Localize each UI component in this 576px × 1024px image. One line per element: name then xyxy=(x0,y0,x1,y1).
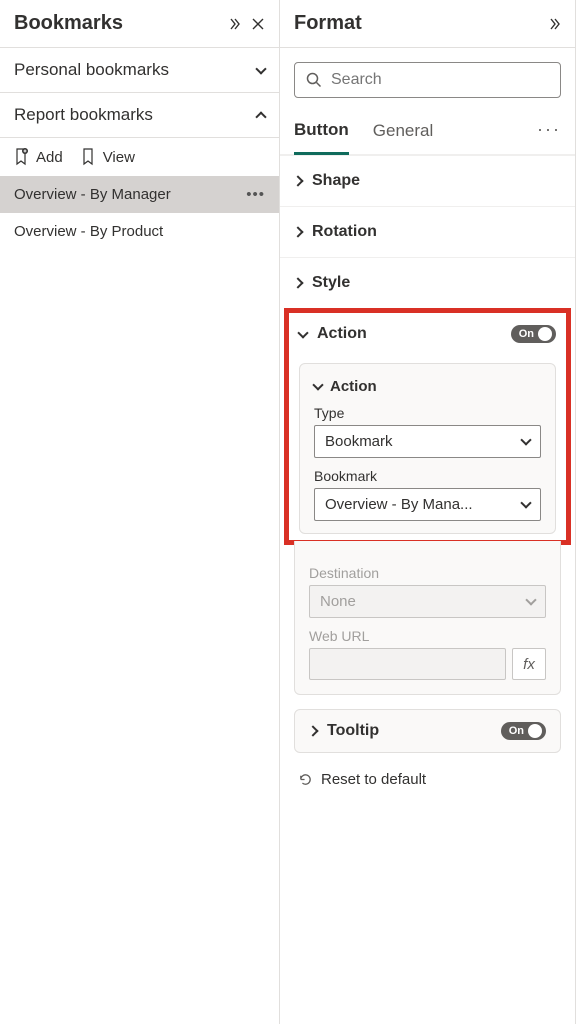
view-bookmark-button[interactable]: View xyxy=(81,148,135,166)
type-field-label: Type xyxy=(314,405,541,421)
add-label: Add xyxy=(36,149,63,166)
format-title: Format xyxy=(294,12,362,35)
toggle-label: On xyxy=(509,725,524,737)
action-subhead-label: Action xyxy=(330,378,377,395)
weburl-input xyxy=(309,648,506,680)
tooltip-toggle[interactable]: On xyxy=(501,722,546,740)
add-bookmark-button[interactable]: Add xyxy=(14,148,63,166)
prop-label: Action xyxy=(317,325,367,343)
bookmark-field-label: Bookmark xyxy=(314,468,541,484)
chevron-down-icon xyxy=(520,434,531,445)
fx-label: fx xyxy=(523,656,535,673)
toggle-label: On xyxy=(519,328,534,340)
action-subsection[interactable]: Action xyxy=(314,378,541,395)
bookmarks-title: Bookmarks xyxy=(14,12,123,35)
tabs-overflow-icon[interactable]: ··· xyxy=(537,119,561,148)
report-bookmarks-label: Report bookmarks xyxy=(14,105,153,125)
bookmark-item[interactable]: Overview - By Product xyxy=(0,213,279,250)
destination-select: None xyxy=(309,585,546,618)
personal-bookmarks-section[interactable]: Personal bookmarks xyxy=(0,48,279,93)
prop-label: Rotation xyxy=(312,223,377,241)
tab-general[interactable]: General xyxy=(373,113,433,153)
weburl-field-label: Web URL xyxy=(309,628,546,644)
bookmark-item-label: Overview - By Manager xyxy=(14,186,171,203)
bookmarks-header: Bookmarks xyxy=(0,0,279,48)
reset-label: Reset to default xyxy=(321,771,426,788)
prop-shape[interactable]: Shape xyxy=(280,155,575,206)
collapse-panel-icon[interactable] xyxy=(545,16,561,32)
prop-action[interactable]: Action On xyxy=(289,313,566,355)
bookmark-select-value: Overview - By Mana... xyxy=(325,496,473,513)
tab-button[interactable]: Button xyxy=(294,112,349,155)
prop-tooltip[interactable]: Tooltip On xyxy=(294,709,561,753)
prop-rotation[interactable]: Rotation xyxy=(280,206,575,257)
action-card: Action Type Bookmark Bookmark Overview -… xyxy=(299,363,556,534)
action-toggle[interactable]: On xyxy=(511,325,556,343)
chevron-down-icon xyxy=(520,497,531,508)
bookmark-add-icon xyxy=(14,148,30,166)
chevron-right-icon xyxy=(292,226,303,237)
reset-to-default-button[interactable]: Reset to default xyxy=(280,753,575,806)
bookmark-select[interactable]: Overview - By Mana... xyxy=(314,488,541,521)
destination-field-label: Destination xyxy=(309,565,546,581)
format-tabs: Button General ··· xyxy=(280,104,575,155)
bookmarks-toolbar: Add View xyxy=(0,138,279,176)
reset-icon xyxy=(298,772,313,787)
personal-bookmarks-label: Personal bookmarks xyxy=(14,60,169,80)
search-icon xyxy=(305,71,323,89)
search-input[interactable] xyxy=(331,71,550,89)
toggle-knob xyxy=(528,724,542,738)
close-icon[interactable] xyxy=(251,17,265,31)
chevron-right-icon xyxy=(292,277,303,288)
prop-label: Tooltip xyxy=(327,722,379,740)
bookmark-item[interactable]: Overview - By Manager ••• xyxy=(0,176,279,213)
chevron-up-icon xyxy=(255,111,266,122)
action-highlight-box: Action On Action Type Bookmark Bookmark … xyxy=(284,308,571,545)
prop-label: Style xyxy=(312,274,350,292)
chevron-down-icon xyxy=(525,594,536,605)
chevron-right-icon xyxy=(307,725,318,736)
toggle-knob xyxy=(538,327,552,341)
type-select-value: Bookmark xyxy=(325,433,393,450)
bookmark-view-icon xyxy=(81,148,97,166)
destination-select-value: None xyxy=(320,593,356,610)
fx-button[interactable]: fx xyxy=(512,648,546,680)
report-bookmarks-section[interactable]: Report bookmarks xyxy=(0,93,279,138)
prop-style[interactable]: Style xyxy=(280,257,575,308)
chevron-right-icon xyxy=(292,175,303,186)
collapse-panel-icon[interactable] xyxy=(225,16,241,32)
view-label: View xyxy=(103,149,135,166)
chevron-down-icon xyxy=(312,379,323,390)
action-card-continued: Destination None Web URL fx xyxy=(294,541,561,695)
search-input-wrap[interactable] xyxy=(294,62,561,98)
more-options-icon[interactable]: ••• xyxy=(246,186,265,203)
property-list: Shape Rotation Style xyxy=(280,155,575,308)
type-select[interactable]: Bookmark xyxy=(314,425,541,458)
bookmarks-panel: Bookmarks Personal bookmarks Report book… xyxy=(0,0,280,1024)
chevron-down-icon xyxy=(255,63,266,74)
bookmark-item-label: Overview - By Product xyxy=(14,223,163,240)
format-panel: Format Button General ··· Shape Rotation xyxy=(280,0,576,1024)
prop-label: Shape xyxy=(312,172,360,190)
format-header: Format xyxy=(280,0,575,48)
bookmark-list: Overview - By Manager ••• Overview - By … xyxy=(0,176,279,250)
chevron-down-icon xyxy=(297,327,308,338)
